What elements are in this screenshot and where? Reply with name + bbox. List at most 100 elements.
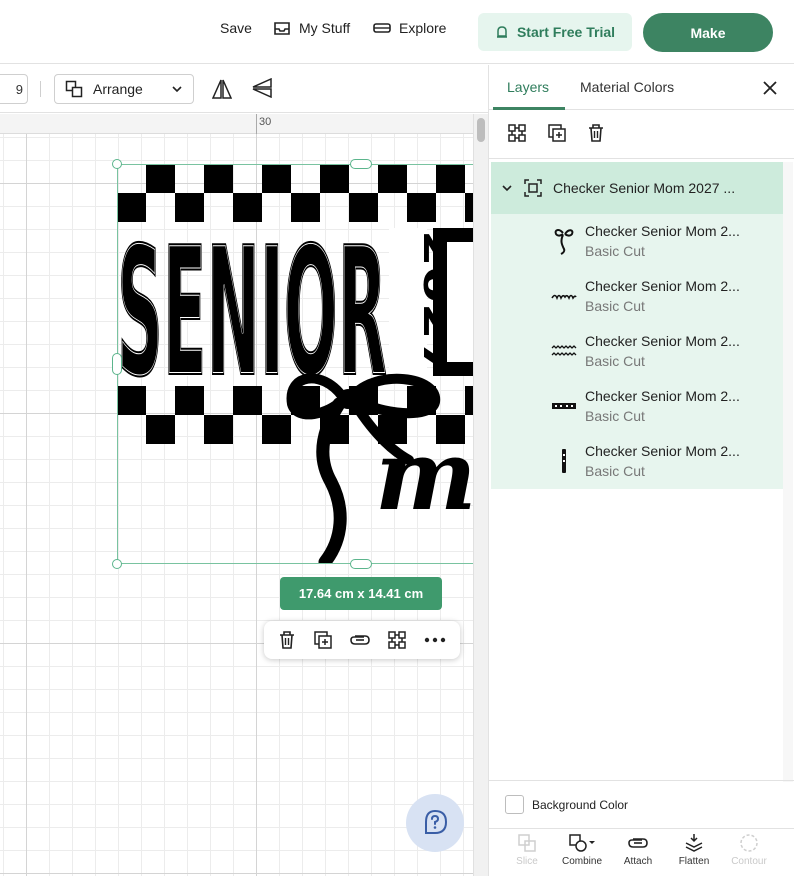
panel-scrollbar[interactable] — [783, 162, 793, 782]
position-field-value: 9 — [15, 81, 23, 97]
arrange-label: Arrange — [93, 81, 143, 97]
panel-bottom-toolbar: Slice Combine Attach Flatten Contour — [489, 828, 794, 876]
edit-toolbar: 9 Arrange — [0, 65, 488, 113]
attach-icon — [628, 838, 648, 848]
trash-icon[interactable] — [587, 123, 605, 143]
dimensions-badge: 17.64 cm x 14.41 cm — [280, 577, 442, 610]
resize-handle-bottom[interactable] — [350, 559, 372, 569]
checker-strip-thumb-icon — [549, 336, 579, 366]
machine-icon — [373, 23, 391, 33]
layer-type: Basic Cut — [585, 408, 645, 424]
layer-name: Checker Senior Mom 2... — [585, 388, 740, 404]
resize-handle-left[interactable] — [112, 353, 122, 375]
background-color-checkbox[interactable] — [505, 795, 524, 814]
make-button[interactable]: Make — [643, 13, 773, 52]
position-field[interactable]: 9 — [0, 74, 28, 104]
layer-row[interactable]: Checker Senior Mom 2... Basic Cut — [491, 434, 783, 489]
attach-label: Attach — [623, 856, 653, 867]
make-label: Make — [690, 24, 726, 41]
tab-layers[interactable]: Layers — [507, 79, 549, 95]
layer-name: Checker Senior Mom 2... — [585, 278, 740, 294]
background-color-label: Background Color — [532, 797, 629, 812]
explore-label: Explore — [399, 20, 447, 36]
layers-list: Checker Senior Mom 2027 ... Checker Seni… — [491, 162, 783, 489]
layers-panel: Layers Material Colors Checker Senior Mo… — [488, 65, 794, 876]
inbox-icon — [274, 22, 290, 35]
combine-icon — [569, 834, 595, 852]
canvas-vertical-scrollbar[interactable] — [473, 114, 488, 876]
contour-icon — [740, 834, 758, 852]
selection-box — [117, 164, 473, 564]
group-name: Checker Senior Mom 2027 ... — [553, 180, 736, 196]
ungroup-icon[interactable] — [387, 630, 407, 650]
senior-text-thumb-icon — [549, 391, 579, 421]
tab-material-colors[interactable]: Material Colors — [580, 79, 674, 95]
resize-handle-bottom-left[interactable] — [112, 559, 122, 569]
start-free-trial-button[interactable]: Start Free Trial — [478, 13, 632, 51]
arrange-dropdown[interactable]: Arrange — [54, 74, 194, 104]
flip-vertical-icon[interactable] — [251, 78, 273, 98]
dimensions-label: 17.64 cm x 14.41 cm — [298, 586, 424, 601]
explore-button[interactable]: Explore — [373, 20, 446, 36]
layer-type: Basic Cut — [585, 243, 645, 259]
layer-row[interactable]: Checker Senior Mom 2... Basic Cut — [491, 214, 783, 269]
my-stuff-label: My Stuff — [299, 20, 351, 36]
layer-row[interactable]: Checker Senior Mom 2... Basic Cut — [491, 269, 783, 324]
top-bar: Save My Stuff Explore Start Free Trial M… — [0, 0, 794, 64]
combine-label: Combine — [561, 856, 603, 867]
layer-group-row[interactable]: Checker Senior Mom 2027 ... — [491, 162, 783, 214]
layer-row[interactable]: Checker Senior Mom 2... Basic Cut — [491, 379, 783, 434]
slice-icon — [518, 834, 536, 852]
layer-type: Basic Cut — [585, 463, 645, 479]
slice-label: Slice — [516, 856, 538, 867]
crown-icon — [496, 26, 507, 38]
ruler-label: 30 — [259, 116, 272, 128]
chevron-down-icon — [172, 86, 182, 93]
duplicate-icon[interactable] — [547, 123, 567, 143]
attach-icon[interactable] — [349, 633, 371, 647]
bow-thumb-icon — [549, 226, 579, 256]
group-icon[interactable] — [507, 123, 527, 143]
close-icon[interactable] — [761, 79, 779, 97]
contour-label: Contour — [731, 856, 767, 867]
help-button[interactable] — [406, 794, 464, 852]
contour-button[interactable]: Contour — [719, 833, 779, 867]
resize-handle-top-left[interactable] — [112, 159, 122, 169]
group-layer-icon — [524, 179, 542, 197]
my-stuff-button[interactable]: My Stuff — [273, 20, 350, 36]
scrollbar-thumb[interactable] — [477, 118, 485, 142]
mom-script-thumb-icon — [549, 281, 579, 311]
year-vertical-thumb-icon — [549, 446, 579, 476]
layer-type: Basic Cut — [585, 353, 645, 369]
duplicate-icon[interactable] — [313, 630, 333, 650]
flatten-icon — [685, 834, 703, 852]
resize-handle-top[interactable] — [350, 159, 372, 169]
help-chat-icon — [425, 809, 448, 834]
panel-tabs: Layers Material Colors — [489, 65, 794, 110]
layer-name: Checker Senior Mom 2... — [585, 443, 740, 459]
chevron-down-icon[interactable] — [501, 182, 513, 194]
layer-actions-bar — [489, 111, 794, 159]
layer-name: Checker Senior Mom 2... — [585, 333, 740, 349]
flip-horizontal-icon[interactable] — [212, 78, 232, 100]
arrange-icon — [65, 80, 83, 98]
ruler-tick — [256, 114, 257, 134]
save-button[interactable]: Save — [220, 20, 252, 36]
active-tab-indicator — [493, 107, 565, 110]
background-color-row: Background Color — [489, 780, 794, 828]
toolbar-divider — [40, 81, 41, 97]
horizontal-ruler: 30 — [0, 114, 473, 134]
save-label: Save — [220, 20, 252, 36]
selection-context-toolbar — [264, 621, 460, 659]
trash-icon[interactable] — [278, 630, 296, 650]
design-canvas[interactable]: 30 SENIOR SENIOR 2027 — [0, 114, 473, 876]
layer-row[interactable]: Checker Senior Mom 2... Basic Cut — [491, 324, 783, 379]
layer-name: Checker Senior Mom 2... — [585, 223, 740, 239]
flatten-button[interactable]: Flatten — [664, 833, 724, 867]
layer-type: Basic Cut — [585, 298, 645, 314]
start-free-trial-label: Start Free Trial — [516, 24, 616, 40]
combine-button[interactable]: Combine — [552, 833, 612, 867]
attach-button[interactable]: Attach — [608, 833, 668, 867]
slice-button[interactable]: Slice — [497, 833, 557, 867]
more-options-icon[interactable] — [424, 637, 446, 643]
